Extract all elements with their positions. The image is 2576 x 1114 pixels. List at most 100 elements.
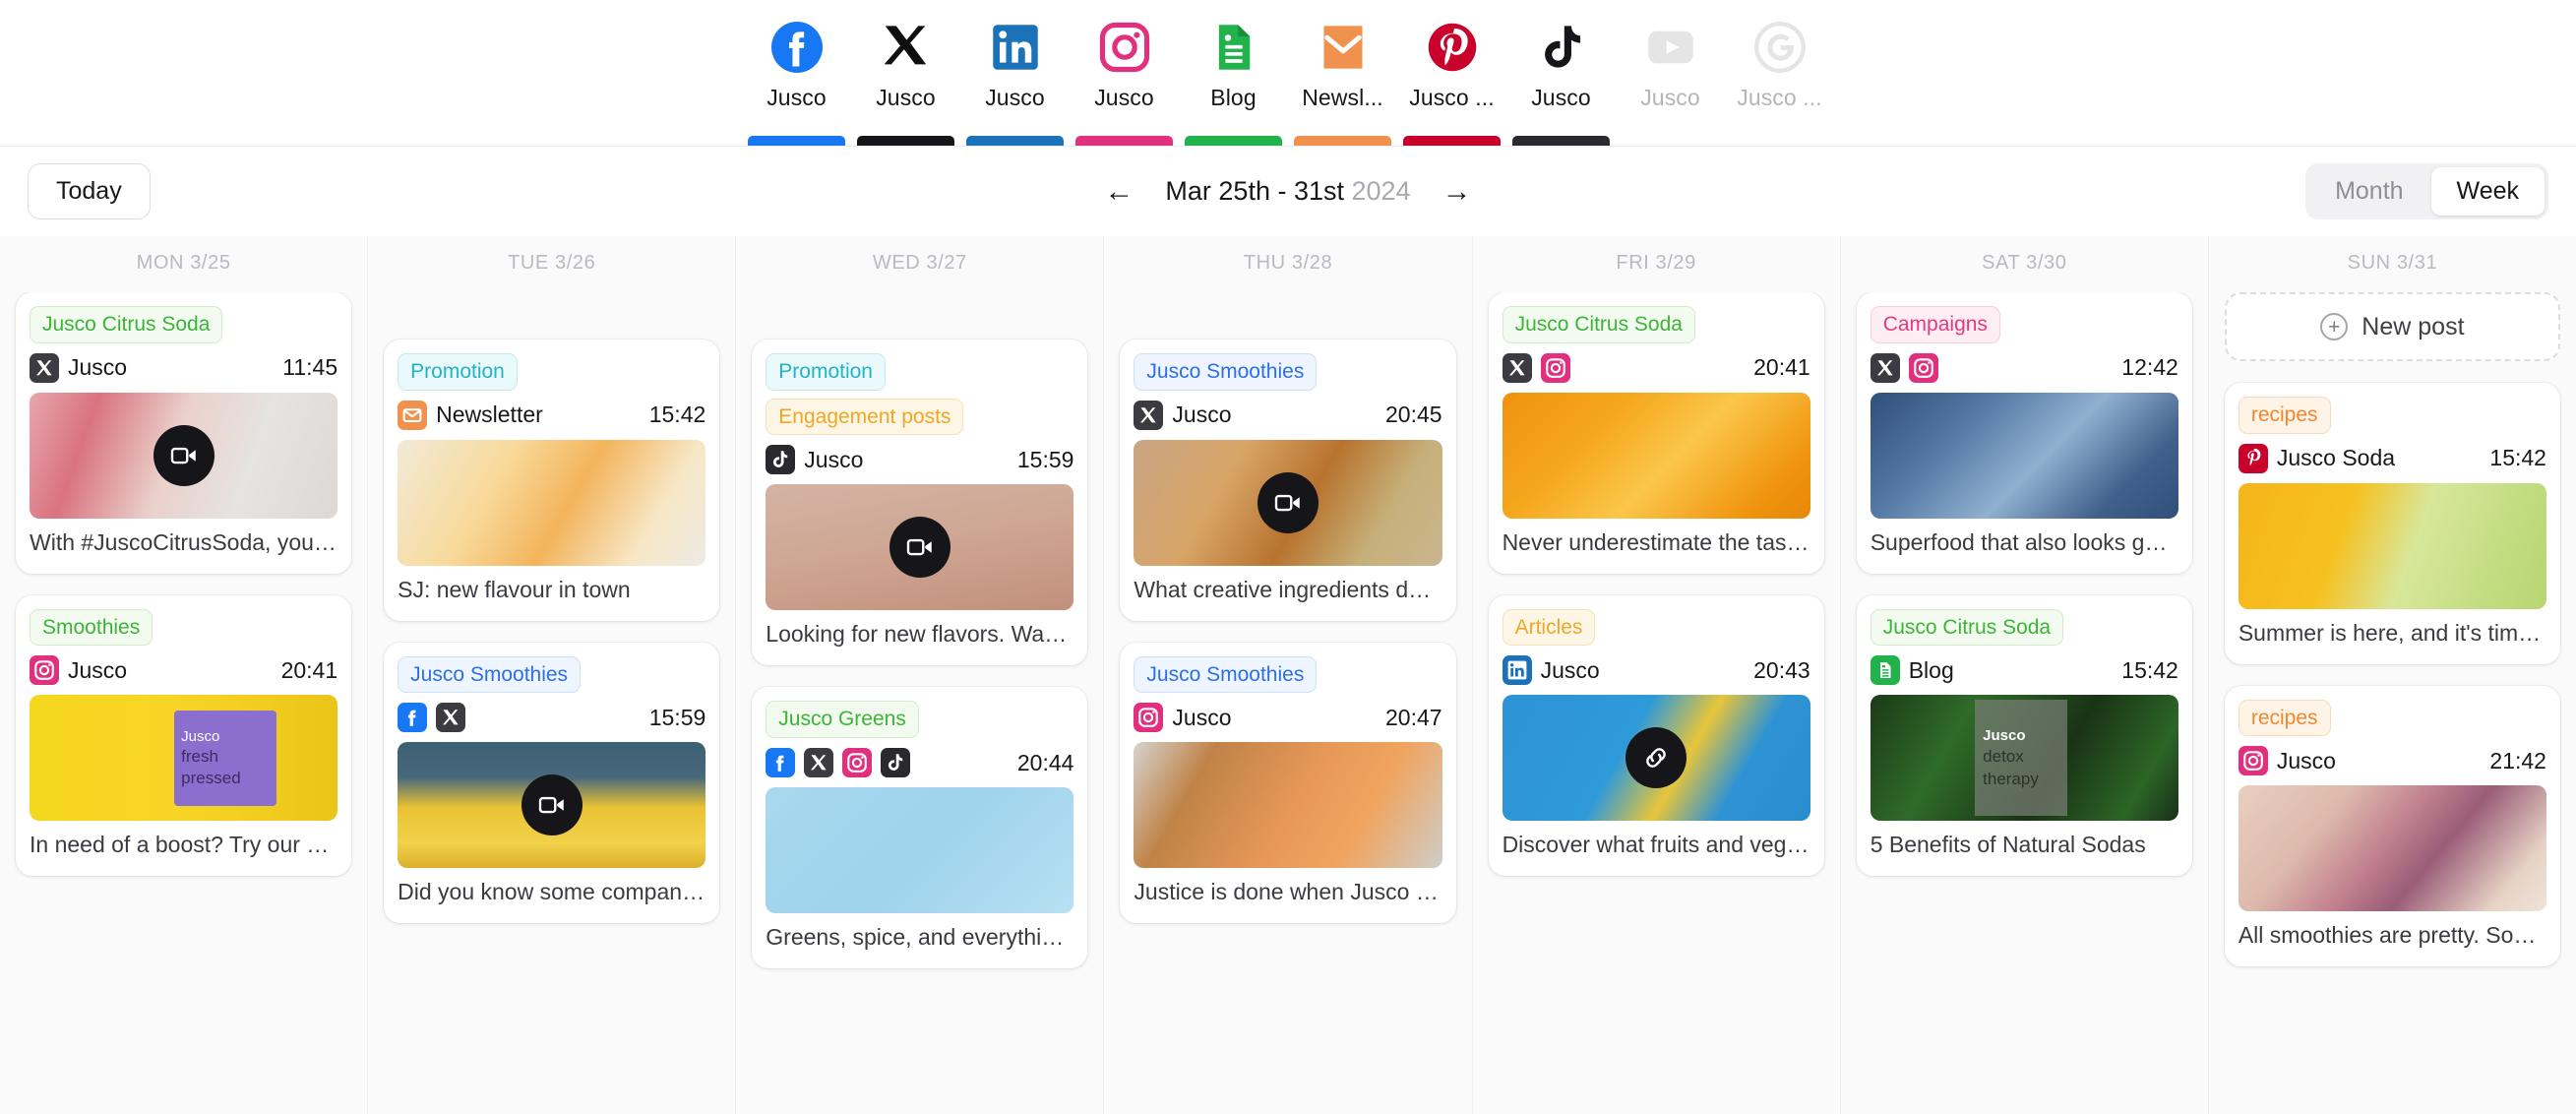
day-column-header: FRI 3/29	[1616, 252, 1696, 274]
channel-tab-indicator	[966, 136, 1064, 146]
post-thumbnail[interactable]	[398, 742, 706, 869]
post-caption: Looking for new flavors. Want to...	[766, 621, 1074, 648]
day-column-body: Jusco Citrus Soda Jusco 11:45 With #JuscoCi…	[0, 292, 367, 1114]
post-tag[interactable]: Jusco Citrus Soda	[30, 306, 223, 343]
post-account-name: Blog	[1908, 656, 1954, 683]
post-thumbnail[interactable]: Jusco fresh pressed	[30, 695, 338, 822]
post-tag[interactable]: Campaigns	[1870, 306, 2000, 343]
post-card[interactable]: Jusco Citrus Soda Blog 15:42 Jusco detox ther…	[1856, 594, 2192, 877]
date-range-label: Mar 25th - 31st 2024	[1165, 176, 1410, 207]
day-column: SAT 3/30 Campaigns 12:42 Superfood that als…	[1841, 236, 2209, 1114]
post-card[interactable]: Jusco Smoothies Jusco 20:47 Justice is done…	[1120, 642, 1456, 924]
channel-tab-tiktok[interactable]: Jusco	[1506, 20, 1616, 146]
post-card[interactable]: Promotion Newsletter 15:42 SJ: new flavour …	[384, 340, 720, 621]
post-tag[interactable]: Articles	[1502, 608, 1596, 647]
post-caption: Justice is done when Jusco is se...	[1134, 879, 1441, 905]
post-tag[interactable]: Jusco Greens	[766, 701, 919, 739]
day-column-body: Jusco Citrus Soda 20:41 Never underestimat…	[1473, 292, 1840, 1114]
post-thumbnail[interactable]	[1134, 439, 1442, 566]
facebook-icon	[766, 748, 796, 778]
view-toggle-month[interactable]: Month	[2309, 167, 2428, 216]
channel-tab-youtube[interactable]: Jusco	[1616, 20, 1725, 146]
previous-week-arrow-icon[interactable]: ←	[1098, 173, 1139, 211]
today-button[interactable]: Today	[28, 163, 151, 219]
day-column: FRI 3/29 Jusco Citrus Soda 20:41 Never unde…	[1473, 236, 1841, 1114]
post-card[interactable]: Campaigns 12:42 Superfood that also looks …	[1856, 292, 2192, 574]
channel-tab-x[interactable]: Jusco	[851, 20, 960, 146]
post-thumbnail[interactable]	[2238, 785, 2546, 912]
channel-tab-instagram[interactable]: Jusco	[1070, 20, 1179, 146]
post-caption: Discover what fruits and veggies...	[1502, 832, 1810, 858]
post-card[interactable]: Jusco Smoothies Jusco 20:45 What creative i…	[1120, 340, 1456, 621]
post-tag-list: Jusco Citrus Soda	[30, 306, 337, 343]
post-caption: What creative ingredients do yo...	[1134, 576, 1442, 602]
post-tag[interactable]: recipes	[2238, 699, 2331, 737]
day-column: MON 3/25 Jusco Citrus Soda Jusco 11:45 With …	[0, 236, 369, 1114]
post-tag-list: Jusco Smoothies	[1134, 655, 1441, 694]
post-account-name: Jusco	[1540, 656, 1600, 683]
post-card[interactable]: Jusco Smoothies 15:59 Did you know some co…	[384, 642, 720, 924]
post-thumbnail[interactable]	[1134, 742, 1442, 869]
post-thumbnail[interactable]	[398, 439, 706, 566]
new-post-button[interactable]: + New post	[2224, 292, 2560, 361]
post-time: 20:44	[1016, 749, 1074, 775]
post-tag[interactable]: Smoothies	[30, 608, 153, 647]
next-week-arrow-icon[interactable]: →	[1437, 173, 1478, 211]
channel-tab-newsletter[interactable]: Newsl...	[1288, 20, 1397, 146]
post-card[interactable]: Articles Jusco 20:43 Discover what fruits a…	[1488, 594, 1824, 877]
channel-tab-blog[interactable]: Blog	[1179, 20, 1288, 146]
day-column-header: SUN 3/31	[2347, 252, 2438, 274]
day-column-header: THU 3/28	[1243, 252, 1333, 274]
post-tag[interactable]: Engagement posts	[766, 398, 964, 436]
post-tag[interactable]: Promotion	[766, 353, 886, 391]
post-thumbnail[interactable]	[1502, 392, 1810, 519]
post-thumbnail[interactable]	[766, 484, 1074, 611]
post-thumbnail[interactable]	[1502, 695, 1810, 822]
post-tag-list: Campaigns	[1870, 306, 2178, 343]
post-tag[interactable]: recipes	[2238, 397, 2331, 434]
linkedin-icon	[1502, 655, 1532, 686]
post-card[interactable]: recipes Jusco Soda 15:42 Summer is here, an…	[2224, 383, 2560, 664]
day-column-body: Promotion Newsletter 15:42 SJ: new flavour …	[368, 292, 735, 1114]
post-card[interactable]: Jusco Greens 20:44 Greens, spice, and ever…	[752, 687, 1088, 968]
post-card[interactable]: Jusco Citrus Soda 20:41 Never underestimat…	[1488, 292, 1824, 574]
post-card[interactable]: Smoothies Jusco 20:41 Jusco fresh pressed In n…	[16, 594, 352, 877]
channel-tab-pinterest[interactable]: Jusco ...	[1397, 20, 1506, 146]
post-thumbnail[interactable]	[30, 392, 338, 519]
post-tag[interactable]: Jusco Citrus Soda	[1502, 306, 1695, 343]
new-post-label: New post	[2361, 312, 2465, 340]
x-icon	[1502, 352, 1532, 383]
day-column-header: SAT 3/30	[1982, 252, 2067, 274]
post-tag[interactable]: Jusco Smoothies	[1134, 655, 1318, 694]
channel-tab-facebook[interactable]: Jusco	[742, 20, 851, 146]
post-tag[interactable]: Jusco Smoothies	[1134, 353, 1318, 391]
tiktok-icon	[766, 445, 796, 475]
x-icon	[1870, 352, 1900, 383]
post-thumbnail[interactable]	[2238, 482, 2546, 609]
post-meta-row: Jusco 21:42	[2238, 746, 2546, 776]
post-tag[interactable]: Promotion	[398, 353, 518, 391]
post-tag[interactable]: Jusco Smoothies	[398, 655, 582, 694]
channel-tab-label: Newsl...	[1302, 85, 1383, 110]
x-icon	[804, 748, 834, 778]
post-card[interactable]: recipes Jusco 21:42 All smoothies are prett…	[2224, 685, 2560, 967]
facebook-icon	[770, 20, 823, 75]
view-toggle-week[interactable]: Week	[2430, 167, 2545, 216]
blog-icon	[1870, 655, 1900, 686]
instagram-icon	[1540, 352, 1570, 383]
channel-tab-linkedin[interactable]: Jusco	[960, 20, 1070, 146]
post-thumbnail[interactable]	[766, 787, 1074, 914]
post-tag-list: recipes	[2238, 699, 2546, 737]
day-column-header: WED 3/27	[872, 252, 967, 274]
channel-tab-google[interactable]: Jusco ...	[1725, 20, 1834, 146]
post-thumbnail[interactable]	[1870, 392, 2178, 519]
post-card[interactable]: Promotion Engagement posts Jusco 15:59 Looki…	[752, 340, 1088, 666]
post-thumbnail[interactable]: Jusco detox therapy	[1870, 695, 2178, 822]
post-meta-row: 12:42	[1870, 352, 2178, 383]
post-tag[interactable]: Jusco Citrus Soda	[1870, 608, 2064, 647]
post-meta-row: Jusco 20:41	[30, 655, 337, 686]
post-tag-list: Promotion	[398, 353, 705, 391]
post-time: 15:59	[1016, 446, 1074, 472]
post-card[interactable]: Jusco Citrus Soda Jusco 11:45 With #JuscoCi…	[16, 292, 352, 574]
day-column-header: MON 3/25	[136, 252, 231, 274]
